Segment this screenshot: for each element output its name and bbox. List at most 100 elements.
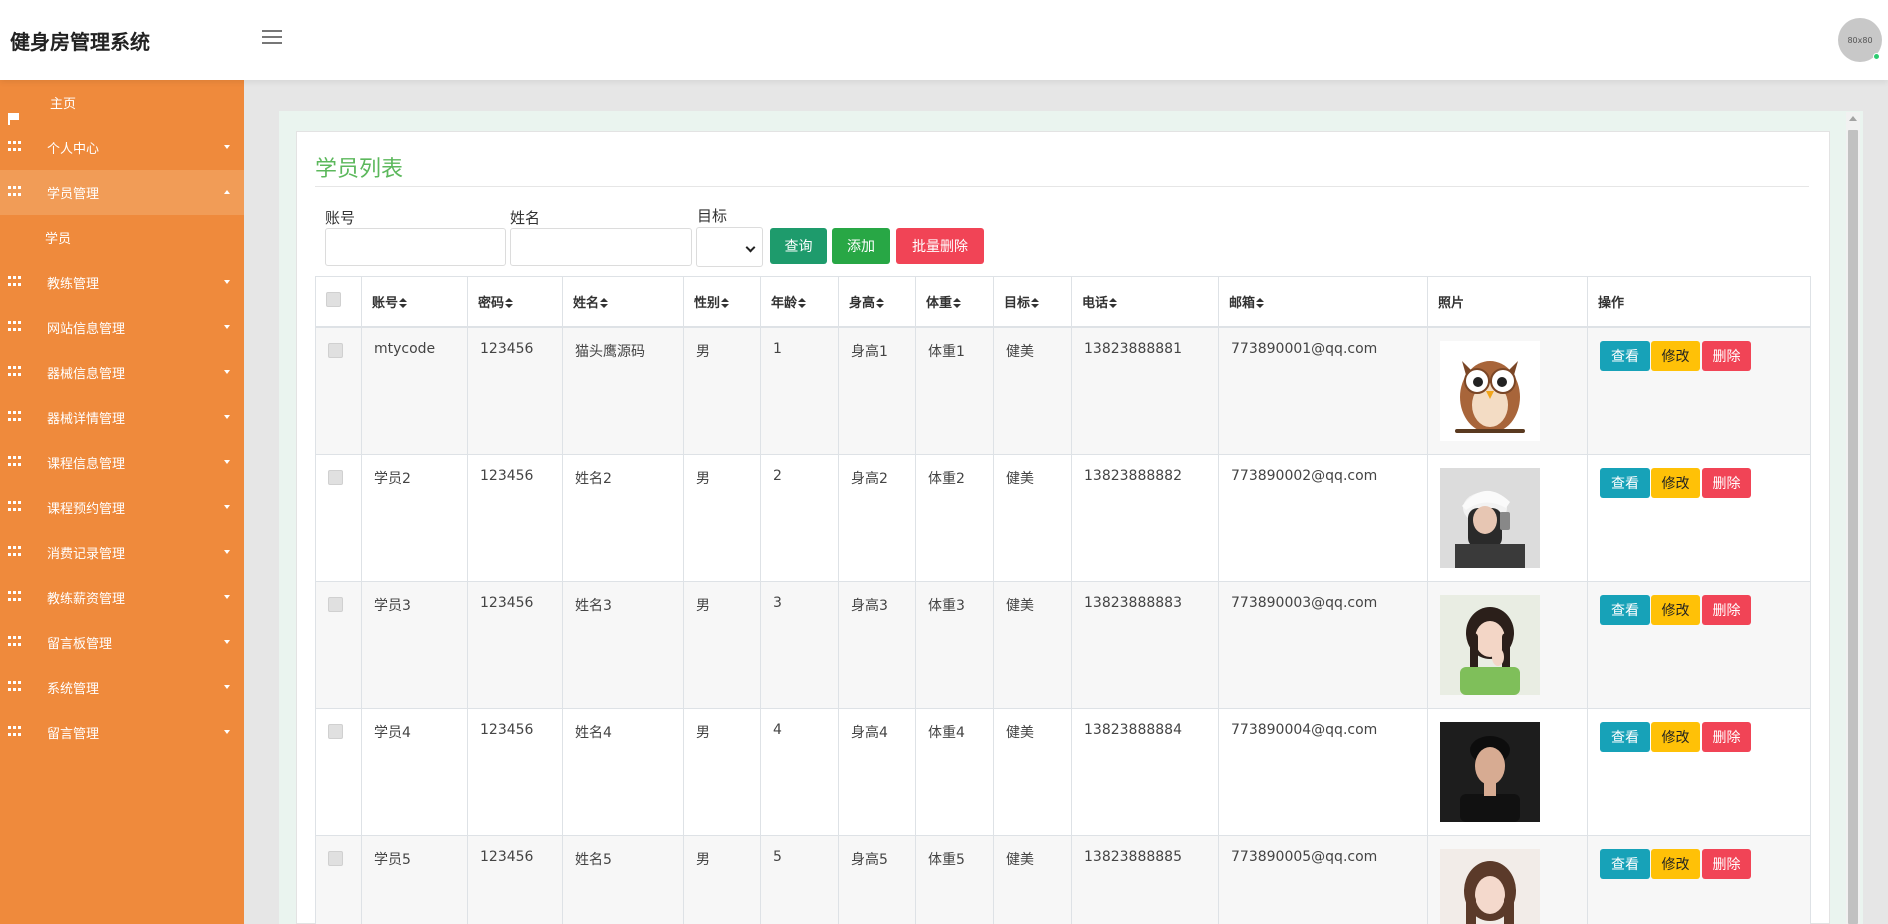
column-header-phone[interactable]: 电话 xyxy=(1071,276,1219,328)
sidebar-item-system-management[interactable]: 系统管理 xyxy=(0,665,244,710)
row-checkbox[interactable] xyxy=(328,342,343,358)
sidebar-item-consumption-records[interactable]: 消费记录管理 xyxy=(0,530,244,575)
chevron-down-icon xyxy=(745,242,756,253)
row-checkbox[interactable] xyxy=(328,723,343,739)
sidebar-item-label: 留言板管理 xyxy=(47,637,113,652)
column-header-gender[interactable]: 性别 xyxy=(683,276,761,328)
column-header-age[interactable]: 年龄 xyxy=(760,276,839,328)
woman-photo xyxy=(1440,848,1540,924)
delete-button[interactable]: 删除 xyxy=(1702,721,1751,752)
avatar[interactable]: 80x80 xyxy=(1838,18,1882,62)
view-button[interactable]: 查看 xyxy=(1600,594,1650,625)
menu-toggle-icon[interactable] xyxy=(262,30,282,46)
sort-icon xyxy=(600,298,609,309)
select-all-checkbox[interactable] xyxy=(326,291,341,307)
name-search-input[interactable] xyxy=(510,228,692,266)
chevron-down-icon xyxy=(224,730,230,734)
edit-button[interactable]: 修改 xyxy=(1651,340,1700,371)
column-header-label: 邮箱 xyxy=(1229,295,1256,311)
sidebar-item-message-board[interactable]: 留言板管理 xyxy=(0,620,244,665)
sort-icon xyxy=(1031,298,1040,309)
column-header-goal[interactable]: 目标 xyxy=(993,276,1072,328)
cell-email: 773890004@qq.com xyxy=(1218,707,1428,836)
table-row: 学员5 123456 姓名5 男 5 身高5 体重5 健美 13823888885 7738900… xyxy=(315,834,1811,924)
cell-name: 姓名4 xyxy=(562,707,684,836)
sidebar-item-coach-salary[interactable]: 教练薪资管理 xyxy=(0,575,244,620)
sidebar-item-member-management[interactable]: 学员管理 xyxy=(0,170,244,215)
view-button[interactable]: 查看 xyxy=(1600,721,1650,752)
row-checkbox[interactable] xyxy=(328,596,343,612)
cell-account: 学员2 xyxy=(361,453,468,582)
sidebar-subitem-member[interactable]: 学员 xyxy=(0,215,244,260)
view-button[interactable]: 查看 xyxy=(1600,848,1650,879)
table-row: mtycode 123456 猫头鹰源码男 1 身高1 体重1 健美 13823888881 7… xyxy=(315,326,1811,455)
sidebar-item-label: 网站信息管理 xyxy=(47,322,126,337)
scrollbar-thumb[interactable] xyxy=(1848,130,1858,924)
scroll-up-arrow-icon[interactable] xyxy=(1849,116,1857,121)
cell-phone: 13823888885 xyxy=(1071,834,1219,924)
chevron-down-icon xyxy=(224,640,230,644)
edit-button[interactable]: 修改 xyxy=(1651,594,1700,625)
delete-button[interactable]: 删除 xyxy=(1702,594,1751,625)
edit-button[interactable]: 修改 xyxy=(1651,721,1700,752)
column-header-email[interactable]: 邮箱 xyxy=(1218,276,1428,328)
column-header-label: 电话 xyxy=(1082,295,1109,311)
vertical-scrollbar[interactable] xyxy=(1846,112,1860,924)
selfie-photo xyxy=(1440,467,1540,568)
goal-select[interactable] xyxy=(696,227,763,267)
account-search-input[interactable] xyxy=(325,228,506,266)
row-checkbox[interactable] xyxy=(328,850,343,866)
cell-name: 姓名5 xyxy=(562,834,684,924)
grid-icon xyxy=(8,366,22,378)
batch-delete-button[interactable]: 批量删除 xyxy=(896,228,984,264)
sidebar-item-site-info[interactable]: 网站信息管理 xyxy=(0,305,244,350)
sidebar-item-message-management[interactable]: 留言管理 xyxy=(0,710,244,755)
chevron-up-icon xyxy=(224,190,230,194)
cell-password: 123456 xyxy=(467,834,563,924)
edit-button[interactable]: 修改 xyxy=(1651,467,1700,498)
edit-button[interactable]: 修改 xyxy=(1651,848,1700,879)
cell-name: 猫头鹰源码 xyxy=(562,326,684,455)
add-button[interactable]: 添加 xyxy=(832,228,890,264)
sidebar-item-equipment-info[interactable]: 器械信息管理 xyxy=(0,350,244,395)
cell-goal: 健美 xyxy=(993,580,1072,709)
account-label: 账号 xyxy=(325,209,356,227)
view-button[interactable]: 查看 xyxy=(1600,467,1650,498)
cell-height: 身高3 xyxy=(838,580,916,709)
cell-actions: 查看 修改 删除 xyxy=(1587,453,1811,582)
sort-icon xyxy=(798,298,807,309)
cell-height: 身高1 xyxy=(838,326,916,455)
chevron-down-icon xyxy=(224,505,230,509)
sidebar-item-home[interactable]: 主页 xyxy=(0,80,244,125)
chevron-down-icon xyxy=(224,595,230,599)
view-button[interactable]: 查看 xyxy=(1600,340,1650,371)
delete-button[interactable]: 删除 xyxy=(1702,467,1751,498)
column-header-actions: 操作 xyxy=(1587,276,1811,328)
column-header-name[interactable]: 姓名 xyxy=(562,276,684,328)
column-header-account[interactable]: 账号 xyxy=(361,276,468,328)
delete-button[interactable]: 删除 xyxy=(1702,848,1751,879)
sidebar-item-equipment-detail[interactable]: 器械详情管理 xyxy=(0,395,244,440)
cell-photo xyxy=(1427,580,1588,709)
cell-photo xyxy=(1427,707,1588,836)
sidebar-item-label: 消费记录管理 xyxy=(47,547,126,562)
grid-icon xyxy=(8,501,22,513)
girl-photo xyxy=(1440,594,1540,695)
row-checkbox[interactable] xyxy=(328,469,343,485)
column-header-weight[interactable]: 体重 xyxy=(915,276,994,328)
chevron-down-icon xyxy=(224,280,230,284)
table-row: 学员4 123456 姓名4 男 4 身高4 体重4 健美 13823888884 7738900… xyxy=(315,707,1811,836)
row-select-cell xyxy=(315,580,362,709)
grid-icon xyxy=(8,186,22,198)
column-header-password[interactable]: 密码 xyxy=(467,276,563,328)
cell-password: 123456 xyxy=(467,453,563,582)
chevron-down-icon xyxy=(224,370,230,374)
cell-age: 3 xyxy=(760,580,839,709)
sidebar-item-course-info[interactable]: 课程信息管理 xyxy=(0,440,244,485)
sidebar-item-coach-management[interactable]: 教练管理 xyxy=(0,260,244,305)
column-header-height[interactable]: 身高 xyxy=(838,276,916,328)
sidebar-item-personal-center[interactable]: 个人中心 xyxy=(0,125,244,170)
query-button[interactable]: 查询 xyxy=(770,228,827,264)
sidebar-item-course-booking[interactable]: 课程预约管理 xyxy=(0,485,244,530)
delete-button[interactable]: 删除 xyxy=(1702,340,1751,371)
